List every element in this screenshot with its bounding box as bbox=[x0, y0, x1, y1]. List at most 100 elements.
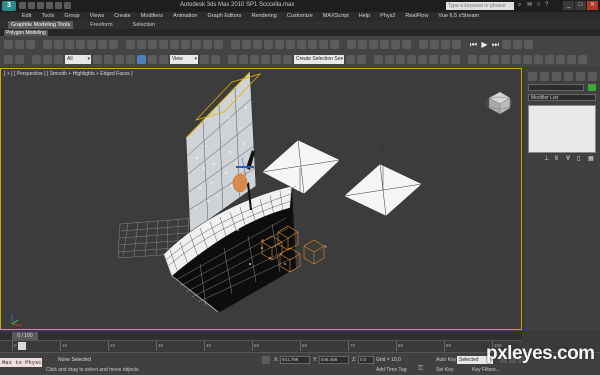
render-production-icon[interactable] bbox=[451, 55, 460, 64]
menu-graph-editors[interactable]: Graph Editors bbox=[208, 12, 242, 21]
teapot-primitive-icon[interactable] bbox=[264, 40, 273, 49]
favorites-icon[interactable]: ☆ bbox=[536, 2, 542, 9]
select-link-icon[interactable] bbox=[43, 40, 52, 49]
minimize-button[interactable]: _ bbox=[563, 1, 574, 10]
reactor-icon[interactable] bbox=[468, 55, 477, 64]
wind-icon[interactable] bbox=[534, 55, 543, 64]
cylinder-primitive-icon[interactable] bbox=[242, 40, 251, 49]
angle-snap-toggle-icon[interactable] bbox=[250, 55, 259, 64]
auto-key-button[interactable]: Auto Key bbox=[436, 357, 456, 363]
spring-icon[interactable] bbox=[556, 55, 565, 64]
torus-primitive-icon[interactable] bbox=[297, 40, 306, 49]
track-bar[interactable]: 0 10 20 30 40 50 60 70 80 90 100 bbox=[0, 340, 522, 351]
compound-icon[interactable] bbox=[430, 40, 439, 49]
pyramid-primitive-icon[interactable] bbox=[319, 40, 328, 49]
time-slider-thumb[interactable]: 0 / 100 bbox=[12, 332, 38, 340]
percent-snap-icon[interactable] bbox=[98, 40, 107, 49]
snaps-toggle-icon[interactable] bbox=[239, 55, 248, 64]
object-name-field[interactable] bbox=[528, 84, 584, 91]
manipulate-icon[interactable] bbox=[211, 55, 220, 64]
select-object-icon[interactable] bbox=[93, 55, 102, 64]
water-icon[interactable] bbox=[523, 55, 532, 64]
z-coordinate-field[interactable]: 0.0 bbox=[358, 356, 374, 364]
curve-editor-open-icon[interactable] bbox=[396, 55, 405, 64]
search-icon[interactable]: ⌕ bbox=[518, 2, 524, 9]
bind-icon[interactable] bbox=[54, 55, 63, 64]
unlink-icon[interactable] bbox=[54, 40, 63, 49]
box-primitive-icon[interactable] bbox=[253, 40, 262, 49]
menu-customize[interactable]: Customize bbox=[287, 12, 313, 21]
motion-tab-icon[interactable] bbox=[564, 72, 573, 81]
layer-icon[interactable] bbox=[148, 40, 157, 49]
render-icon[interactable] bbox=[214, 40, 223, 49]
create-animation-icon[interactable] bbox=[578, 55, 587, 64]
boolean-icon[interactable] bbox=[452, 40, 461, 49]
plane-primitive-icon[interactable] bbox=[275, 40, 284, 49]
go-to-end-icon[interactable]: ⏭ bbox=[491, 40, 500, 49]
selection-filter-dropdown[interactable]: All bbox=[65, 55, 91, 64]
camera-icon[interactable] bbox=[369, 40, 378, 49]
close-button[interactable]: ✕ bbox=[587, 1, 598, 10]
tab-freeform[interactable]: Freeform bbox=[87, 21, 115, 29]
unlink-selection-icon[interactable] bbox=[43, 55, 52, 64]
modify-tab-icon[interactable] bbox=[540, 72, 549, 81]
schematic-view-icon[interactable] bbox=[170, 40, 179, 49]
render-setup-icon[interactable] bbox=[192, 40, 201, 49]
maximize-button[interactable]: □ bbox=[575, 1, 586, 10]
selection-lock-icon[interactable] bbox=[262, 356, 270, 364]
select-and-move-icon[interactable] bbox=[137, 55, 146, 64]
reference-coordinate-dropdown[interactable]: View bbox=[170, 55, 198, 64]
rendered-frame-icon[interactable] bbox=[203, 40, 212, 49]
modifier-list-dropdown[interactable]: Modifier List bbox=[528, 94, 596, 101]
select-and-link-icon[interactable] bbox=[32, 55, 41, 64]
menu-group[interactable]: Group bbox=[64, 12, 79, 21]
viewcube-icon[interactable] bbox=[485, 91, 513, 115]
play-icon[interactable]: ▶ bbox=[480, 40, 489, 49]
menu-edit[interactable]: Edit bbox=[22, 12, 31, 21]
undo-icon[interactable] bbox=[4, 55, 13, 64]
configure-sets-icon[interactable]: ▦ bbox=[588, 156, 594, 163]
x-coordinate-field[interactable]: 941.799 bbox=[280, 356, 310, 364]
edit-named-selection-icon[interactable] bbox=[283, 55, 292, 64]
time-slider[interactable]: 0 / 100 bbox=[0, 332, 522, 340]
particle-icon[interactable] bbox=[419, 40, 428, 49]
render-setup-open-icon[interactable] bbox=[429, 55, 438, 64]
key-filters-button[interactable]: Key Filters... bbox=[472, 367, 500, 373]
mirror-icon[interactable] bbox=[126, 40, 135, 49]
render-frame-window-icon[interactable] bbox=[440, 55, 449, 64]
menu-maxscript[interactable]: MAXScript bbox=[323, 12, 349, 21]
remove-modifier-icon[interactable]: ▯ bbox=[577, 156, 583, 163]
make-unique-icon[interactable]: ∀ bbox=[566, 156, 572, 163]
select-and-scale-icon[interactable] bbox=[159, 55, 168, 64]
menu-help[interactable]: Help bbox=[359, 12, 370, 21]
redo-icon[interactable] bbox=[55, 2, 62, 9]
key-icon[interactable]: ⚿ bbox=[418, 365, 430, 373]
menu-views[interactable]: Views bbox=[90, 12, 105, 21]
material-editor-open-icon[interactable] bbox=[418, 55, 427, 64]
bind-space-warp-icon[interactable] bbox=[65, 40, 74, 49]
open-file-icon[interactable] bbox=[28, 2, 35, 9]
object-color-swatch[interactable] bbox=[588, 84, 596, 91]
menu-tools[interactable]: Tools bbox=[41, 12, 54, 21]
window-crossing-icon[interactable] bbox=[126, 55, 135, 64]
record-icon[interactable] bbox=[502, 40, 511, 49]
pin-stack-icon[interactable]: ⊥ bbox=[544, 156, 550, 163]
polygon-modeling-panel[interactable]: Polygon Modeling bbox=[4, 30, 48, 36]
spinner-snap-toggle-icon[interactable] bbox=[272, 55, 281, 64]
show-end-result-icon[interactable]: Ⅱ bbox=[555, 156, 561, 163]
copy-icon[interactable] bbox=[15, 40, 24, 49]
display-tab-icon[interactable] bbox=[576, 72, 585, 81]
menu-create[interactable]: Create bbox=[114, 12, 131, 21]
rectangular-selection-icon[interactable] bbox=[115, 55, 124, 64]
soft-body-icon[interactable] bbox=[512, 55, 521, 64]
align-icon[interactable] bbox=[137, 40, 146, 49]
tube-primitive-icon[interactable] bbox=[308, 40, 317, 49]
layer-manager-icon[interactable] bbox=[374, 55, 383, 64]
paste-icon[interactable] bbox=[26, 40, 35, 49]
systems-icon[interactable] bbox=[402, 40, 411, 49]
graphite-toggle-icon[interactable] bbox=[385, 55, 394, 64]
pivot-center-icon[interactable] bbox=[200, 55, 209, 64]
project-folder-icon[interactable] bbox=[64, 2, 71, 9]
help-icon[interactable]: ? bbox=[545, 2, 551, 9]
select-by-name-icon[interactable] bbox=[104, 55, 113, 64]
